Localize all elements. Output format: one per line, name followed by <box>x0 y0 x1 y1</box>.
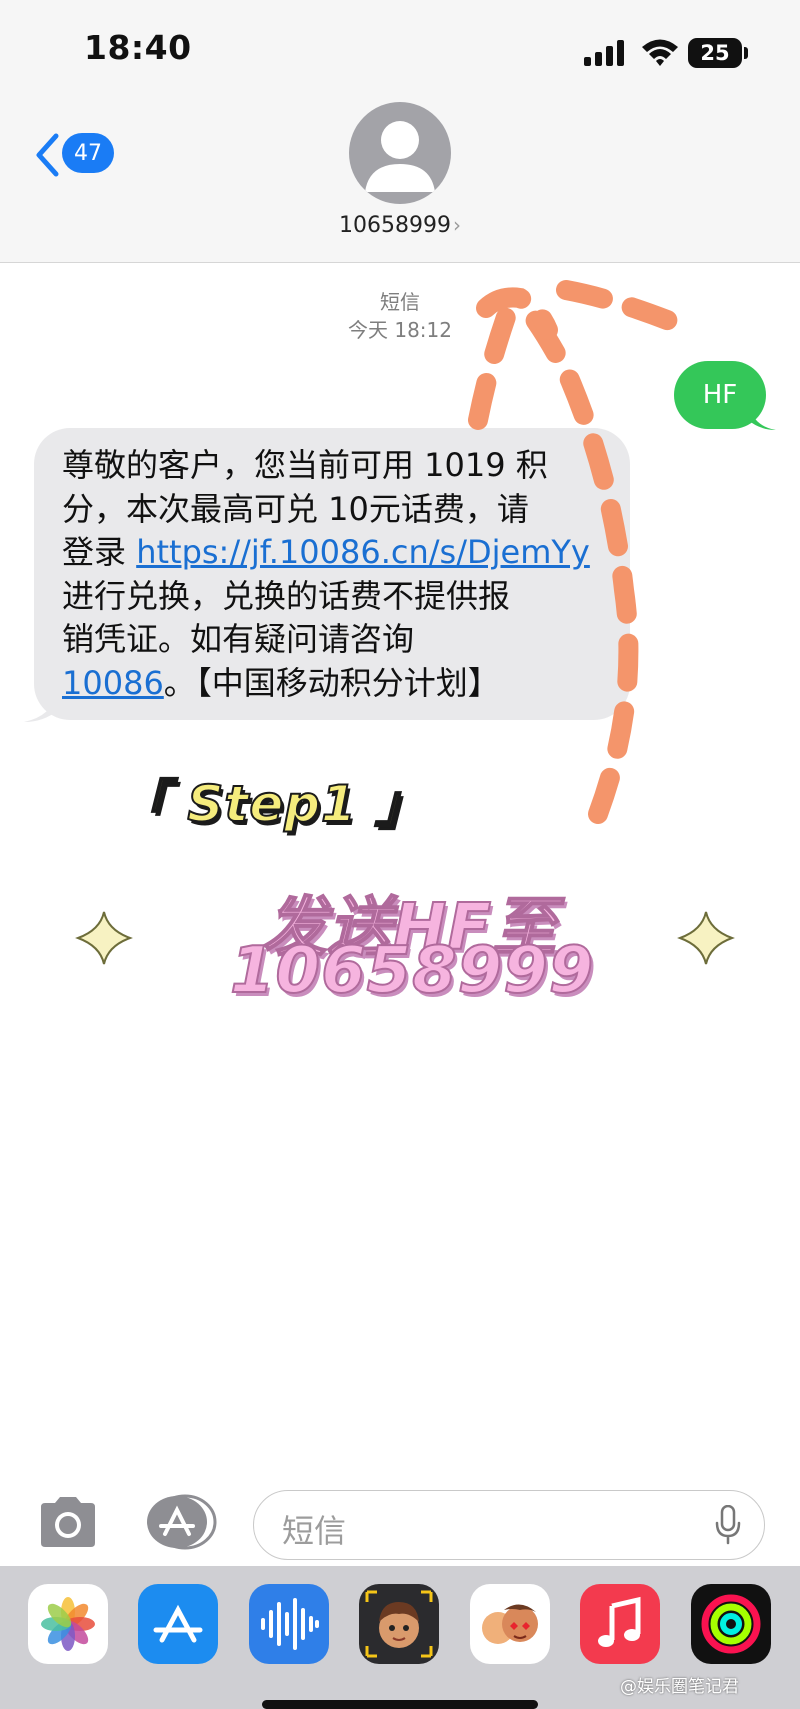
app-store-tray-icon[interactable] <box>138 1584 218 1664</box>
photos-icon[interactable] <box>28 1584 108 1664</box>
wifi-icon <box>642 39 678 66</box>
message-timestamp: 今天 18:12 <box>348 318 452 342</box>
message-text-part: 。【中国移动积分计划】 <box>163 663 500 702</box>
phone-link[interactable]: 10086 <box>62 664 164 702</box>
memoji-stickers-icon[interactable] <box>470 1584 550 1664</box>
fitness-icon[interactable] <box>691 1584 771 1664</box>
message-text-part: 进行兑换，兑换的话费不提供报 销凭证。如有疑问请咨询 <box>62 576 511 659</box>
message-input-placeholder: 短信 <box>282 1512 347 1550</box>
memoji-icon[interactable] <box>359 1584 439 1664</box>
contact-number: 10658999 <box>339 213 451 238</box>
received-bubble-tail <box>24 692 58 722</box>
back-chevron-icon[interactable] <box>34 133 60 177</box>
chevron-right-icon: › <box>452 213 461 237</box>
sent-bubble-tail <box>748 402 776 430</box>
cellular-signal-icon <box>584 40 624 66</box>
status-time: 18:40 <box>84 28 192 67</box>
points-link[interactable]: https://jf.10086.cn/s/DjemYy <box>136 533 590 571</box>
message-type-label: 短信 <box>380 290 420 314</box>
home-indicator[interactable] <box>262 1700 538 1709</box>
received-message-text: 尊敬的客户，您当前可用 1019 积 分，本次最高可兑 10元话费，请 登录 h… <box>62 444 622 705</box>
contact-name[interactable]: 10658999 › <box>300 213 500 238</box>
watermark-text: @娱乐圈笔记君 <box>620 1677 739 1697</box>
promo-number: 10658999 <box>229 933 595 1009</box>
person-icon <box>365 121 435 192</box>
step-label: 「 Step1 」 <box>117 774 427 834</box>
camera-icon[interactable] <box>37 1495 99 1549</box>
unread-count-badge[interactable]: 47 <box>62 133 114 173</box>
battery-indicator: 25 <box>688 38 742 68</box>
audio-messages-icon[interactable] <box>249 1584 329 1664</box>
contact-avatar[interactable] <box>349 102 451 204</box>
app-store-icon[interactable] <box>143 1494 219 1550</box>
battery-tip <box>744 47 748 59</box>
music-icon[interactable] <box>580 1584 660 1664</box>
microphone-icon[interactable] <box>715 1505 741 1545</box>
